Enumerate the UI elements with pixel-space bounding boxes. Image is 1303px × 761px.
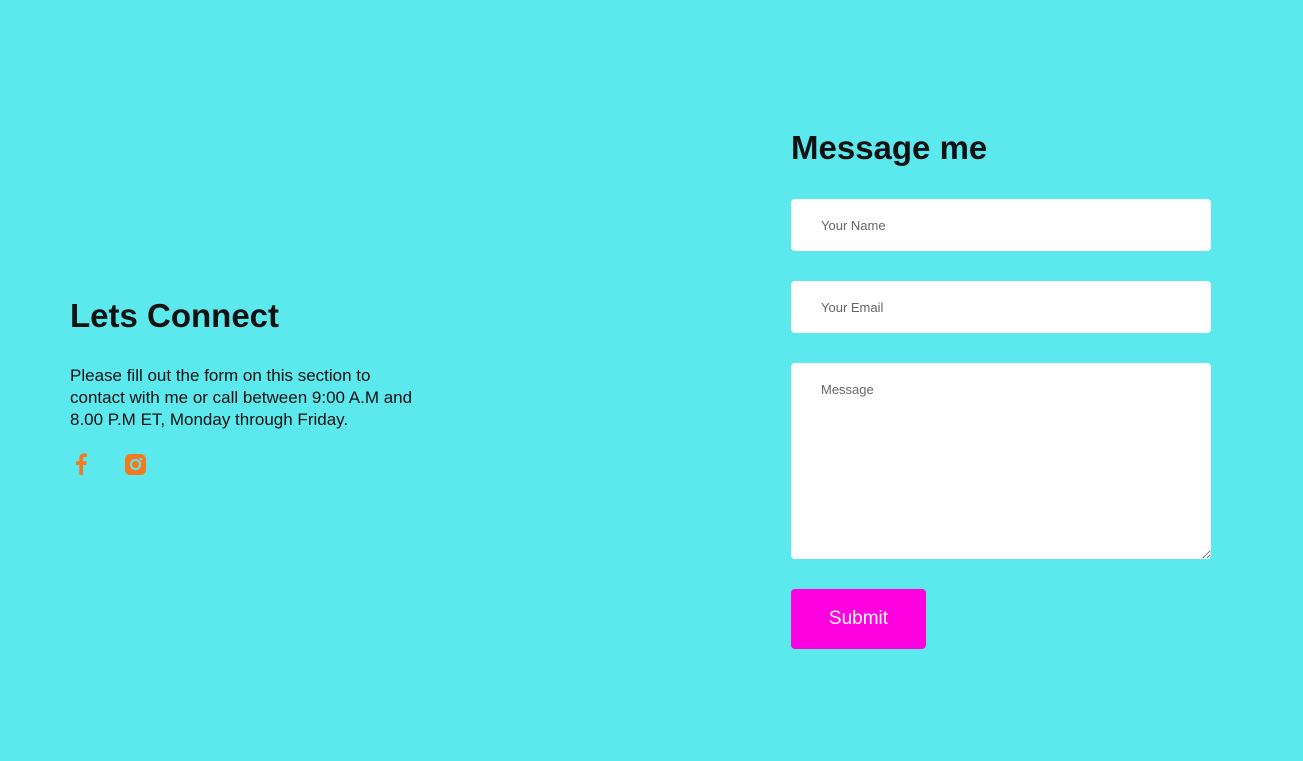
social-links bbox=[70, 453, 146, 475]
instagram-icon[interactable] bbox=[124, 453, 146, 475]
facebook-icon[interactable] bbox=[70, 453, 92, 475]
form-title: Message me bbox=[791, 129, 988, 166]
connect-section: Lets Connect Please fill out the form on… bbox=[70, 296, 430, 431]
email-field[interactable] bbox=[791, 281, 1211, 333]
submit-button[interactable]: Submit bbox=[791, 589, 926, 649]
message-form: Message me Submit bbox=[791, 128, 1211, 649]
message-field[interactable] bbox=[791, 363, 1211, 559]
connect-description: Please fill out the form on this section… bbox=[70, 366, 413, 429]
name-field[interactable] bbox=[791, 199, 1211, 251]
connect-title: Lets Connect bbox=[70, 297, 280, 334]
